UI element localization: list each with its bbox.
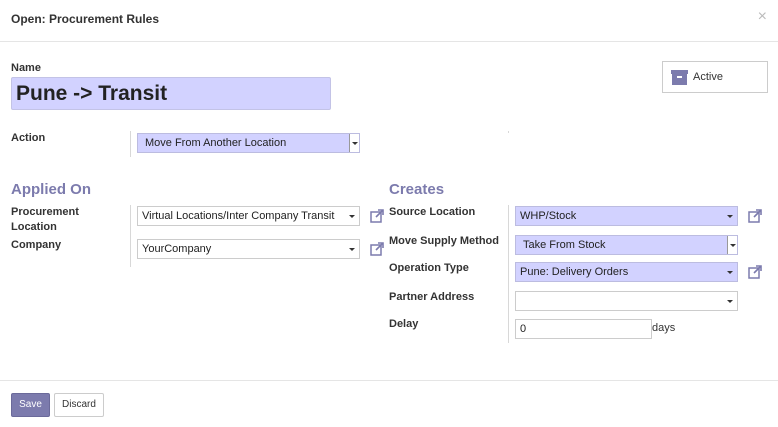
name-input[interactable]: Pune -> Transit bbox=[11, 77, 331, 110]
procurement-location-value: Virtual Locations/Inter Company Transit bbox=[142, 210, 335, 222]
operation-type-label: Operation Type bbox=[389, 262, 469, 274]
move-supply-method-label: Move Supply Method bbox=[389, 235, 499, 247]
save-button[interactable]: Save bbox=[11, 393, 50, 417]
applied-on-divider bbox=[130, 205, 131, 267]
source-location-value: WHP/Stock bbox=[520, 210, 577, 222]
active-label: Active bbox=[693, 71, 723, 83]
procurement-location-select[interactable]: Virtual Locations/Inter Company Transit bbox=[137, 206, 360, 226]
creates-divider bbox=[508, 205, 509, 343]
name-label: Name bbox=[11, 62, 41, 74]
action-right-divider bbox=[508, 131, 509, 133]
action-value: Move From Another Location bbox=[145, 137, 287, 149]
applied-on-title: Applied On bbox=[11, 181, 91, 198]
chevron-down-icon[interactable] bbox=[727, 236, 737, 254]
external-link-icon[interactable] bbox=[370, 242, 384, 256]
dialog-header: Open: Procurement Rules × bbox=[0, 0, 778, 42]
action-select[interactable]: Move From Another Location bbox=[137, 133, 360, 153]
external-link-icon[interactable] bbox=[748, 265, 762, 279]
delay-label: Delay bbox=[389, 318, 419, 330]
close-icon[interactable]: × bbox=[758, 9, 767, 25]
chevron-down-icon bbox=[727, 271, 733, 274]
source-location-label: Source Location bbox=[389, 206, 476, 218]
company-value: YourCompany bbox=[142, 243, 212, 255]
chevron-down-icon bbox=[727, 215, 733, 218]
company-label: Company bbox=[11, 239, 62, 251]
operation-type-select[interactable]: Pune: Delivery Orders bbox=[515, 262, 738, 282]
chevron-down-icon bbox=[349, 248, 355, 251]
company-select[interactable]: YourCompany bbox=[137, 239, 360, 259]
operation-type-value: Pune: Delivery Orders bbox=[520, 266, 629, 278]
chevron-down-icon[interactable] bbox=[349, 134, 359, 152]
dialog-footer bbox=[0, 380, 778, 427]
delay-unit: days bbox=[652, 322, 676, 334]
active-toggle-button[interactable]: Active bbox=[662, 61, 768, 93]
discard-button[interactable]: Discard bbox=[54, 393, 104, 417]
external-link-icon[interactable] bbox=[748, 209, 762, 223]
archive-icon bbox=[671, 70, 688, 85]
partner-address-label: Partner Address bbox=[389, 291, 475, 303]
external-link-icon[interactable] bbox=[370, 209, 384, 223]
chevron-down-icon bbox=[349, 215, 355, 218]
chevron-down-icon bbox=[727, 300, 733, 303]
source-location-select[interactable]: WHP/Stock bbox=[515, 206, 738, 226]
dialog-title: Open: Procurement Rules bbox=[11, 12, 160, 26]
move-supply-method-value: Take From Stock bbox=[523, 239, 606, 251]
action-label: Action bbox=[11, 132, 46, 144]
delay-input[interactable]: 0 bbox=[515, 319, 652, 339]
partner-address-select[interactable] bbox=[515, 291, 738, 311]
move-supply-method-select[interactable]: Take From Stock bbox=[515, 235, 738, 255]
procurement-location-label-line1: Procurement bbox=[11, 206, 79, 218]
procurement-location-label-line2: Location bbox=[11, 221, 57, 233]
creates-title: Creates bbox=[389, 181, 445, 198]
action-divider bbox=[130, 131, 131, 157]
